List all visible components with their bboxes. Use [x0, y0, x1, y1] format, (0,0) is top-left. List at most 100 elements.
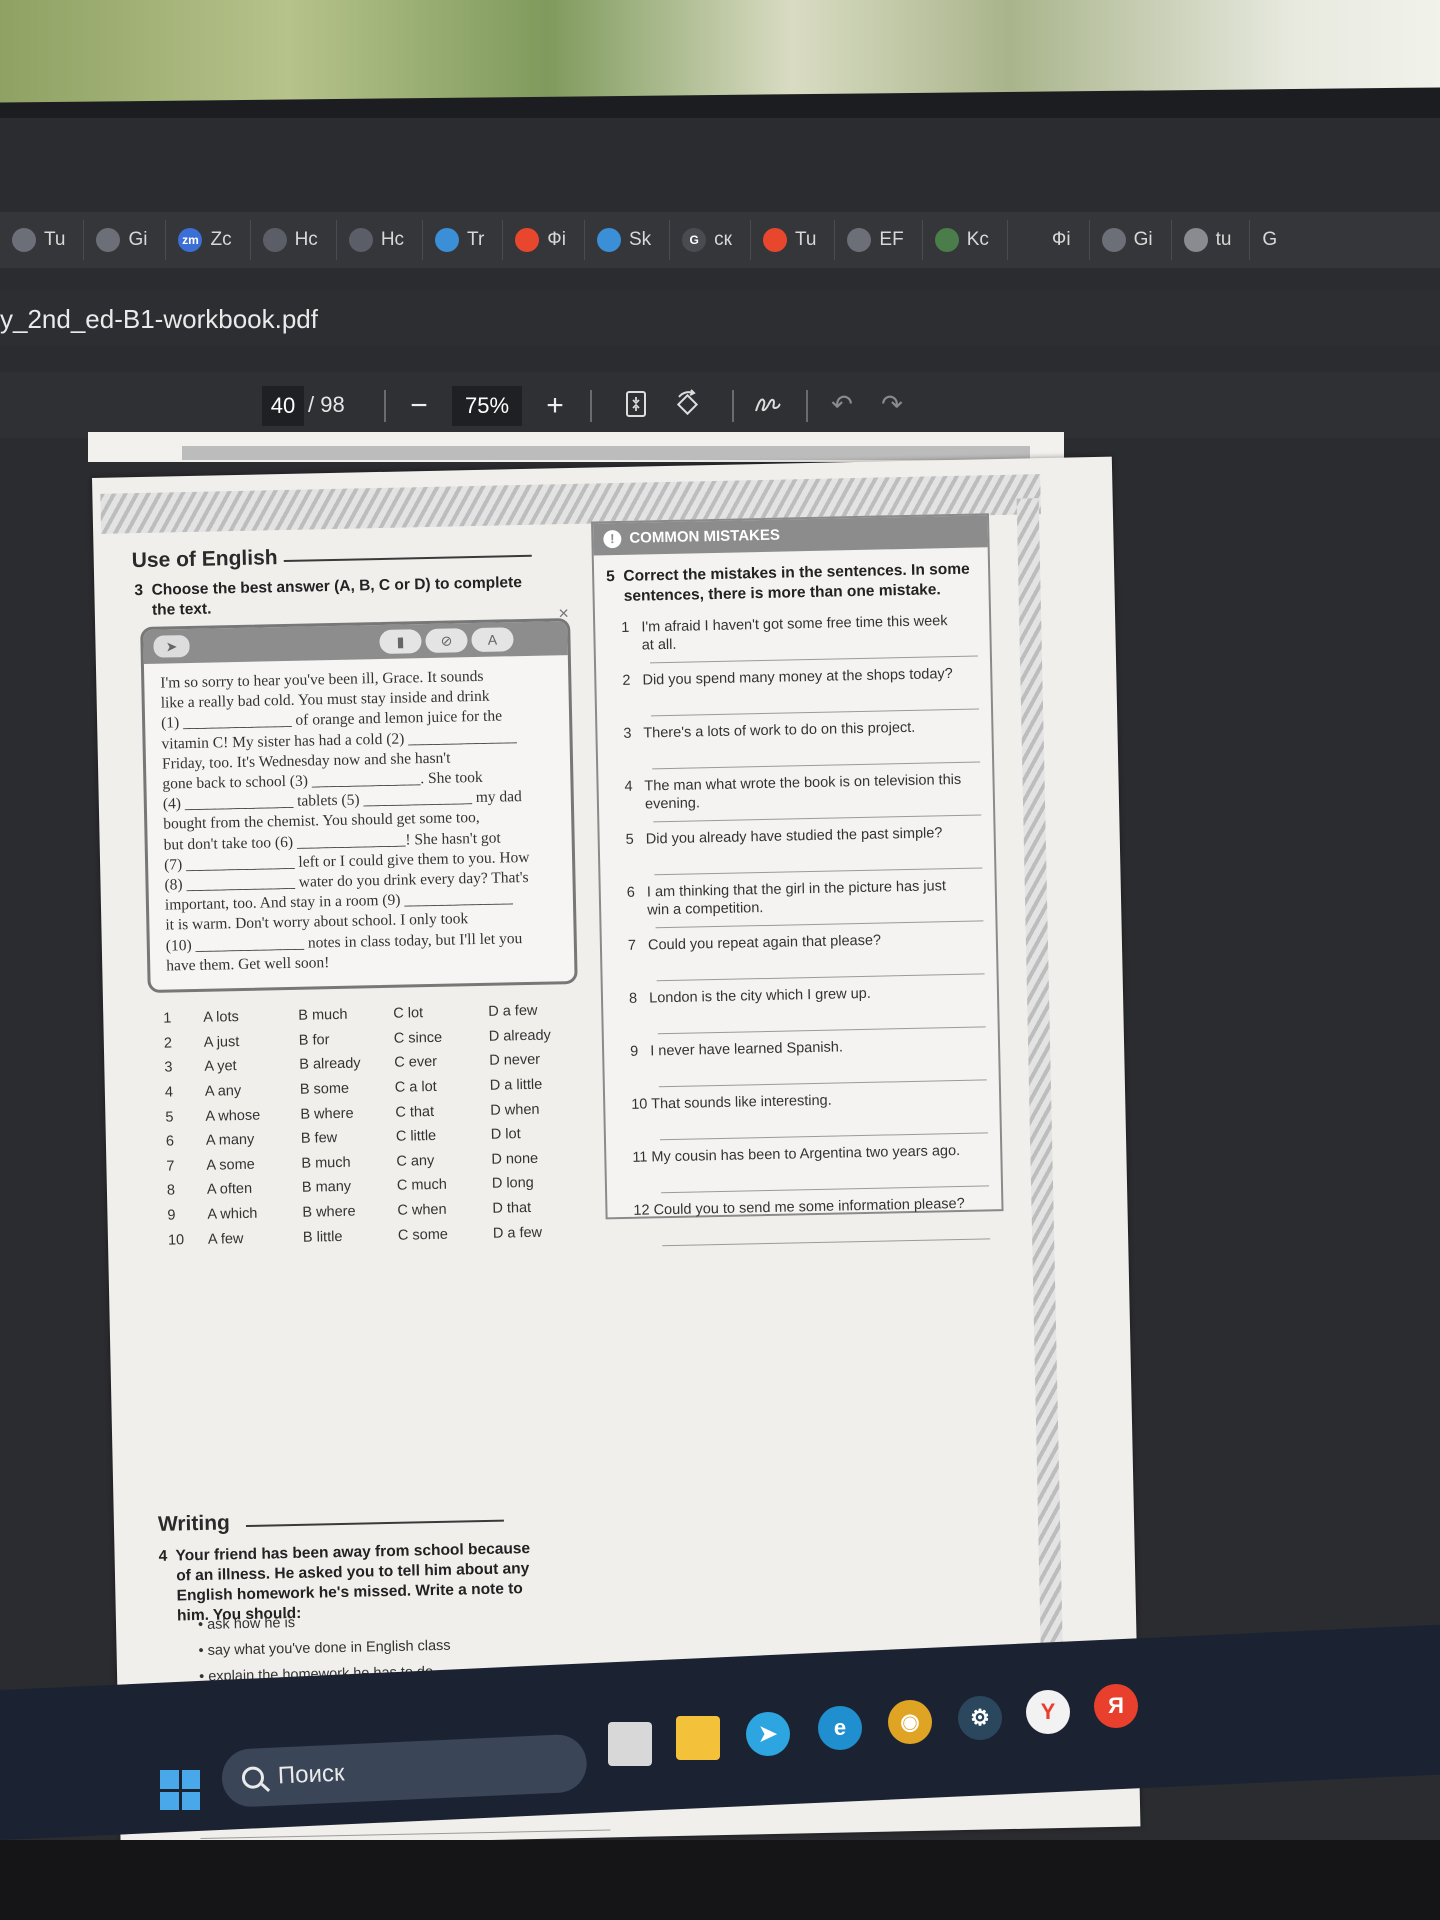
mistake-sentence: 12 Could you to send me some information…: [633, 1194, 994, 1255]
option-choice: C since: [393, 1029, 443, 1047]
common-mistakes-panel: ! COMMON MISTAKES 5 Correct the mistakes…: [591, 513, 1004, 1247]
bookmark-item[interactable]: Tu: [0, 220, 85, 260]
file-manager-icon[interactable]: [608, 1722, 652, 1766]
bookmark-label: Gi: [1133, 229, 1153, 250]
app-icon: [1183, 228, 1208, 252]
bookmark-label: ск: [714, 229, 732, 250]
bookmark-item[interactable]: EF: [835, 220, 923, 260]
option-choice: D when: [490, 1101, 540, 1119]
bookmark-item[interactable]: Hc: [337, 220, 424, 260]
bookmark-item[interactable]: zm Zc: [166, 220, 251, 260]
answer-options: 1 A lots B much C lot D a few 2 A just B for C s…: [163, 998, 588, 1253]
option-choice: C when: [397, 1201, 447, 1219]
email-text: I'm so sorry to hear you've been ill, Gr…: [160, 665, 566, 976]
rotate-icon[interactable]: [668, 384, 708, 424]
option-choice: A few: [207, 1230, 244, 1248]
email-panel: ➤ ▮ ⊘ A × I'm so sorry to hear you've be…: [140, 603, 578, 993]
option-choice: D never: [489, 1052, 541, 1070]
edge-icon[interactable]: e: [818, 1706, 862, 1750]
mistake-sentence: 9 I never have learned Spanish.: [630, 1035, 991, 1096]
bookmark-item[interactable]: Hc: [251, 220, 337, 260]
bookmark-item[interactable]: Sk: [585, 220, 671, 260]
option-choice: B where: [302, 1203, 356, 1221]
bookmark-item[interactable]: Tu: [751, 220, 836, 260]
section-heading-use-of-english: Use of English: [131, 546, 278, 573]
zoom-level[interactable]: 75%: [452, 386, 522, 426]
bookmark-label: Фi: [547, 229, 566, 250]
bookmark-item[interactable]: tu: [1172, 220, 1251, 260]
bookmark-item[interactable]: Gск: [670, 220, 751, 260]
answer-line: [655, 920, 984, 929]
option-number: 5: [165, 1109, 174, 1126]
globe-icon: [934, 228, 959, 252]
bookmark-item[interactable]: Gi: [84, 220, 167, 260]
zoom-out-button[interactable]: −: [404, 386, 434, 426]
fit-page-icon[interactable]: [616, 384, 656, 424]
answer-line: [652, 761, 981, 770]
answer-line: [658, 1079, 987, 1088]
option-choice: D that: [492, 1200, 532, 1217]
bookmark-item[interactable]: Фi: [1008, 220, 1090, 260]
option-choice: A lots: [203, 1009, 239, 1027]
bookmark-item[interactable]: Gi: [1090, 220, 1172, 260]
bookmark-overflow[interactable]: G: [1250, 220, 1295, 260]
redo-icon[interactable]: ↷: [872, 384, 912, 424]
section-rule: [283, 554, 532, 563]
bookmark-item[interactable]: Tr: [423, 220, 504, 260]
bookmark-item[interactable]: Kc: [923, 220, 1008, 260]
mistake-sentence: 7 Could you repeat again that please?: [628, 929, 989, 990]
option-choice: C ever: [394, 1054, 438, 1072]
draw-icon[interactable]: [748, 384, 788, 424]
folder-icon[interactable]: [676, 1716, 720, 1760]
bookmark-label: Фi: [1051, 229, 1071, 250]
mistake-sentence: 10 That sounds like interesting.: [631, 1088, 992, 1149]
option-choice: A which: [207, 1205, 258, 1223]
steam-icon[interactable]: ⚙: [958, 1696, 1002, 1740]
format-icon: A: [471, 627, 514, 653]
option-choice: C any: [396, 1152, 435, 1170]
option-choice: B where: [300, 1105, 354, 1123]
steam-icon: [96, 228, 121, 252]
edit-icon: ▮: [379, 629, 422, 655]
option-choice: D a few: [492, 1224, 543, 1242]
cube-icon: [596, 228, 621, 252]
option-choice: C that: [395, 1103, 435, 1121]
search-placeholder: Поиск: [277, 1759, 345, 1790]
chrome-icon[interactable]: ◉: [888, 1700, 932, 1744]
mistake-sentence: 3 There's a lots of work to do on this p…: [623, 717, 984, 778]
telegram-icon[interactable]: ➤: [746, 1712, 790, 1756]
option-choice: B little: [302, 1228, 343, 1246]
bookmark-label: Tu: [794, 229, 817, 250]
bookmark-label: Gi: [128, 229, 148, 250]
option-choice: A many: [205, 1132, 255, 1150]
document-title[interactable]: y_2nd_ed-B1-workbook.pdf: [0, 304, 318, 335]
bookmark-label: EF: [879, 229, 904, 250]
option-number: 7: [166, 1158, 175, 1175]
toolbar-divider: [590, 390, 592, 422]
bookmark-item[interactable]: Фi: [503, 220, 585, 260]
option-choice: C some: [397, 1226, 449, 1244]
bookmark-label: Tr: [467, 229, 485, 250]
shield-icon: [348, 228, 373, 252]
option-choice: B some: [299, 1080, 350, 1098]
option-choice: A just: [203, 1033, 240, 1051]
mistake-sentence: 6 I am thinking that the girl in the pic…: [627, 876, 988, 937]
page-number-input[interactable]: 40: [262, 386, 304, 426]
yandex-icon[interactable]: Я: [1094, 1684, 1138, 1728]
task-3-instruction: 3 Choose the best answer (A, B, C or D) …: [134, 574, 523, 620]
monitor-bottom: [0, 1840, 1440, 1920]
sentence-text: 6 I am thinking that the girl in the pic…: [626, 878, 947, 919]
windows-start-icon[interactable]: [160, 1770, 200, 1810]
reddit-icon: [515, 228, 540, 252]
answer-line: [656, 973, 985, 982]
yandex-browser-icon[interactable]: Y: [1026, 1690, 1070, 1734]
zoom-in-button[interactable]: +: [540, 386, 570, 426]
option-choice: D lot: [490, 1126, 521, 1144]
answer-line: [651, 708, 980, 717]
undo-icon[interactable]: ↶: [822, 384, 862, 424]
cube-icon: [435, 228, 460, 252]
option-choice: D a few: [488, 1003, 538, 1021]
google-icon: G: [682, 228, 707, 252]
answer-line: [649, 655, 978, 664]
close-icon: ×: [558, 603, 570, 624]
